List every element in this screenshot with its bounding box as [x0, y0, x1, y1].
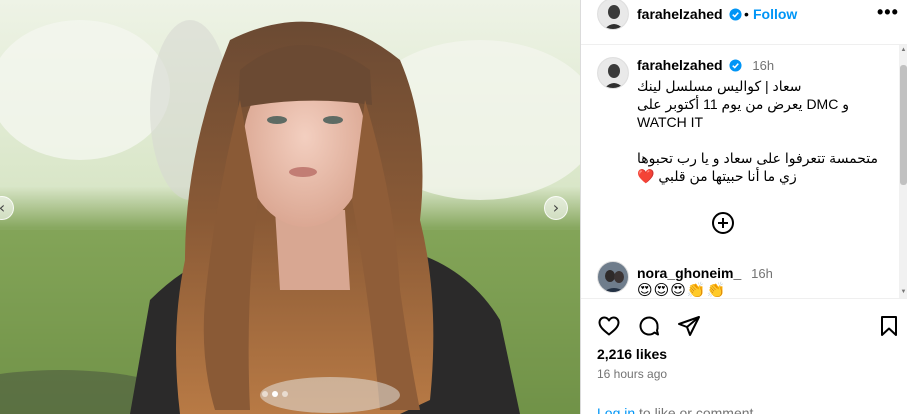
bookmark-icon[interactable] — [877, 314, 901, 338]
scroll-up-icon[interactable]: ▲ — [900, 47, 907, 54]
follow-button[interactable]: Follow — [753, 6, 797, 22]
carousel-dot-active — [272, 391, 278, 397]
instagram-post: ‹ › farahelzahed — [0, 0, 907, 414]
likes-count[interactable]: 2,216 likes — [597, 346, 667, 362]
commenter-avatar[interactable] — [597, 261, 629, 293]
post-header: farahelzahed • Follow ••• — [581, 0, 907, 30]
action-bar — [581, 310, 907, 340]
scroll-down-icon[interactable]: ▼ — [900, 289, 907, 296]
comment-text: 😍😍😍👏👏 — [637, 282, 727, 298]
post-media[interactable]: ‹ › — [0, 0, 580, 414]
login-prompt-text: to like or comment. — [635, 405, 758, 414]
caption-gap — [637, 131, 887, 149]
caption-line: متحمسة تتعرفوا على سعاد و يا رب تحبوها — [637, 150, 879, 166]
commenter-username: nora_ghoneim_ 16h — [637, 265, 773, 281]
caption-avatar[interactable] — [597, 57, 629, 89]
caption-time[interactable]: 16h — [752, 58, 774, 73]
add-circle-icon[interactable] — [711, 211, 735, 235]
avatar-image — [598, 58, 628, 88]
post-photo — [0, 0, 580, 414]
heart-emoji: ❤️ — [637, 168, 655, 184]
comments-scrollbar[interactable]: ▲ ▼ — [899, 45, 907, 298]
caption-line: سعاد | كواليس مسلسل لينك — [637, 78, 802, 94]
caption-line: و DMC يعرض من يوم 11 أكتوبر على — [637, 96, 849, 112]
caption-username-text[interactable]: farahelzahed — [637, 57, 723, 73]
verified-icon — [729, 8, 743, 21]
post-panel: farahelzahed • Follow ••• farahelzahed 1… — [580, 0, 907, 414]
caption-text: سعاد | كواليس مسلسل لينك و DMC يعرض من ي… — [637, 77, 887, 185]
carousel-indicator — [262, 391, 288, 397]
login-prompt: Log in to like or comment. — [597, 405, 757, 414]
carousel-dot — [262, 391, 268, 397]
commenter-username-text[interactable]: nora_ghoneim_ — [637, 265, 741, 281]
comment-time[interactable]: 16h — [751, 266, 773, 281]
post-timestamp[interactable]: 16 hours ago — [597, 367, 667, 381]
comment-icon[interactable] — [637, 314, 661, 338]
avatar-image — [598, 0, 628, 29]
heart-icon[interactable] — [597, 314, 621, 338]
share-icon[interactable] — [677, 314, 701, 338]
next-slide-button[interactable]: › — [544, 196, 568, 220]
caption-line-text: زي ما أنا حبيتها من قلبي — [658, 168, 797, 184]
carousel-dot — [282, 391, 288, 397]
comments-section: farahelzahed 16h سعاد | كواليس مسلسل لين… — [581, 45, 899, 298]
more-icon[interactable]: ••• — [877, 2, 899, 23]
scroll-thumb[interactable] — [900, 65, 907, 185]
caption-username: farahelzahed 16h — [637, 57, 774, 73]
author-username[interactable]: farahelzahed — [637, 6, 743, 22]
avatar-image — [598, 262, 628, 292]
verified-icon — [729, 59, 743, 72]
login-link[interactable]: Log in — [597, 405, 635, 414]
author-username-text[interactable]: farahelzahed — [637, 6, 723, 22]
caption-line: WATCH IT — [637, 114, 704, 130]
follow-separator: • — [744, 6, 749, 22]
caption-line: زي ما أنا حبيتها من قلبي ❤️ — [637, 167, 887, 185]
actions-divider — [581, 298, 907, 299]
author-avatar[interactable] — [597, 0, 629, 30]
